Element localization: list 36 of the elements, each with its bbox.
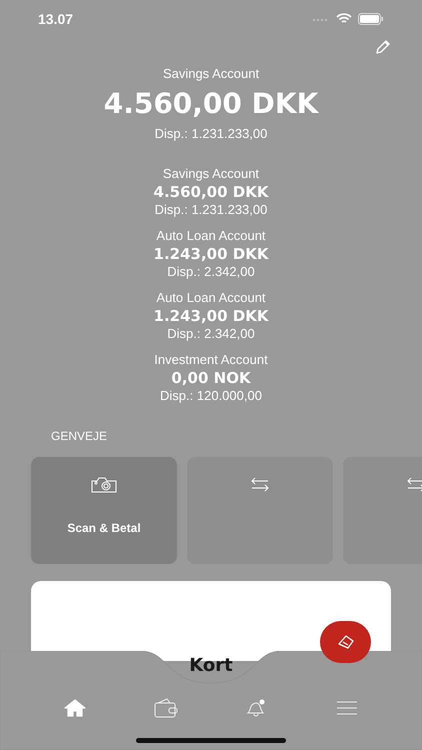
wallet-icon[interactable] [154,698,178,718]
account-item[interactable]: Auto Loan Account 1.243,00 DKK Disp.: 2.342,00 [154,227,268,281]
wifi-icon [336,13,352,25]
status-time: 13.07 [38,10,74,28]
home-icon[interactable] [64,699,86,717]
section-title: GENVEJE [51,428,108,445]
available-amount: Disp.: 2.342,00 [167,325,255,343]
battery-icon [358,13,384,25]
account-name: Investment Account [154,351,268,369]
account-name: Auto Loan Account [156,227,266,245]
available-amount: Disp.: 2.342,00 [167,263,255,281]
shortcut-tile[interactable]: Scan & Betal [31,457,177,564]
account-name: Auto Loan Account [156,289,266,307]
account-balance: 1.243,00 DKK [154,307,268,325]
shortcut-tile[interactable] [187,457,333,564]
bell-icon[interactable] [245,699,268,717]
signal-icon [312,16,330,22]
available-amount: Disp.: 1.231.233,00 [154,201,268,219]
account-name: Savings Account [162,165,260,183]
transfer-icon [250,477,270,493]
tag-icon [338,635,354,649]
account-balance: 4.560,00 DKK [154,183,268,201]
account-balance: 1.243,00 DKK [154,245,268,263]
account-item[interactable]: Investment Account 0,00 NOK Disp.: 120.000,00 [154,351,268,405]
account-name: Savings Account [162,65,260,83]
account-balance: 4.560,00 DKK [104,86,318,122]
camera-icon [91,477,117,493]
transfer-icon [406,477,422,493]
account-item[interactable]: Auto Loan Account 1.243,00 DKK Disp.: 2.342,00 [154,289,268,343]
menu-icon[interactable] [336,701,358,715]
account-item[interactable]: Savings Account 4.560,00 DKK Disp.: 1.231.233,00 [154,165,268,219]
edit-icon[interactable] [374,38,392,56]
shortcut-label: Scan & Betal [67,520,141,537]
account-balance: 0,00 NOK [171,369,251,387]
available-amount: Disp.: 1.231.233,00 [154,124,268,143]
available-amount: Disp.: 120.000,00 [160,387,262,405]
